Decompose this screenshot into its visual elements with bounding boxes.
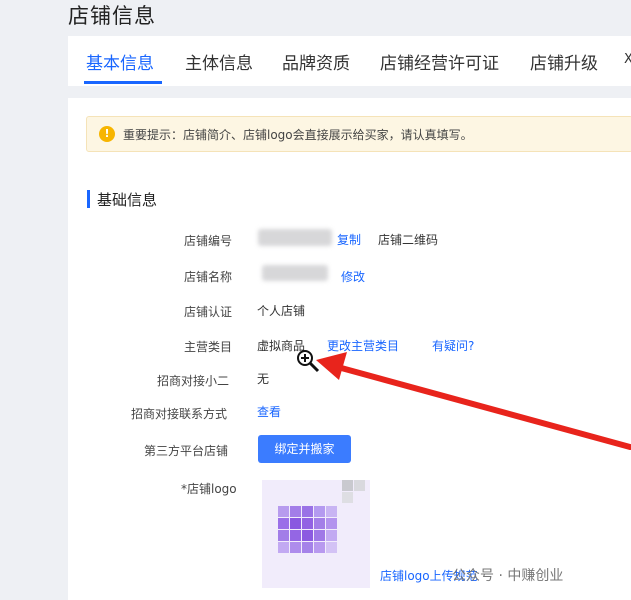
annotation-arrow bbox=[316, 352, 631, 450]
watermark-text: 公众号 · 中赚创业 bbox=[452, 568, 564, 584]
annotation-arrow-shaft bbox=[331, 363, 631, 450]
zoom-cursor-icon bbox=[297, 350, 320, 373]
